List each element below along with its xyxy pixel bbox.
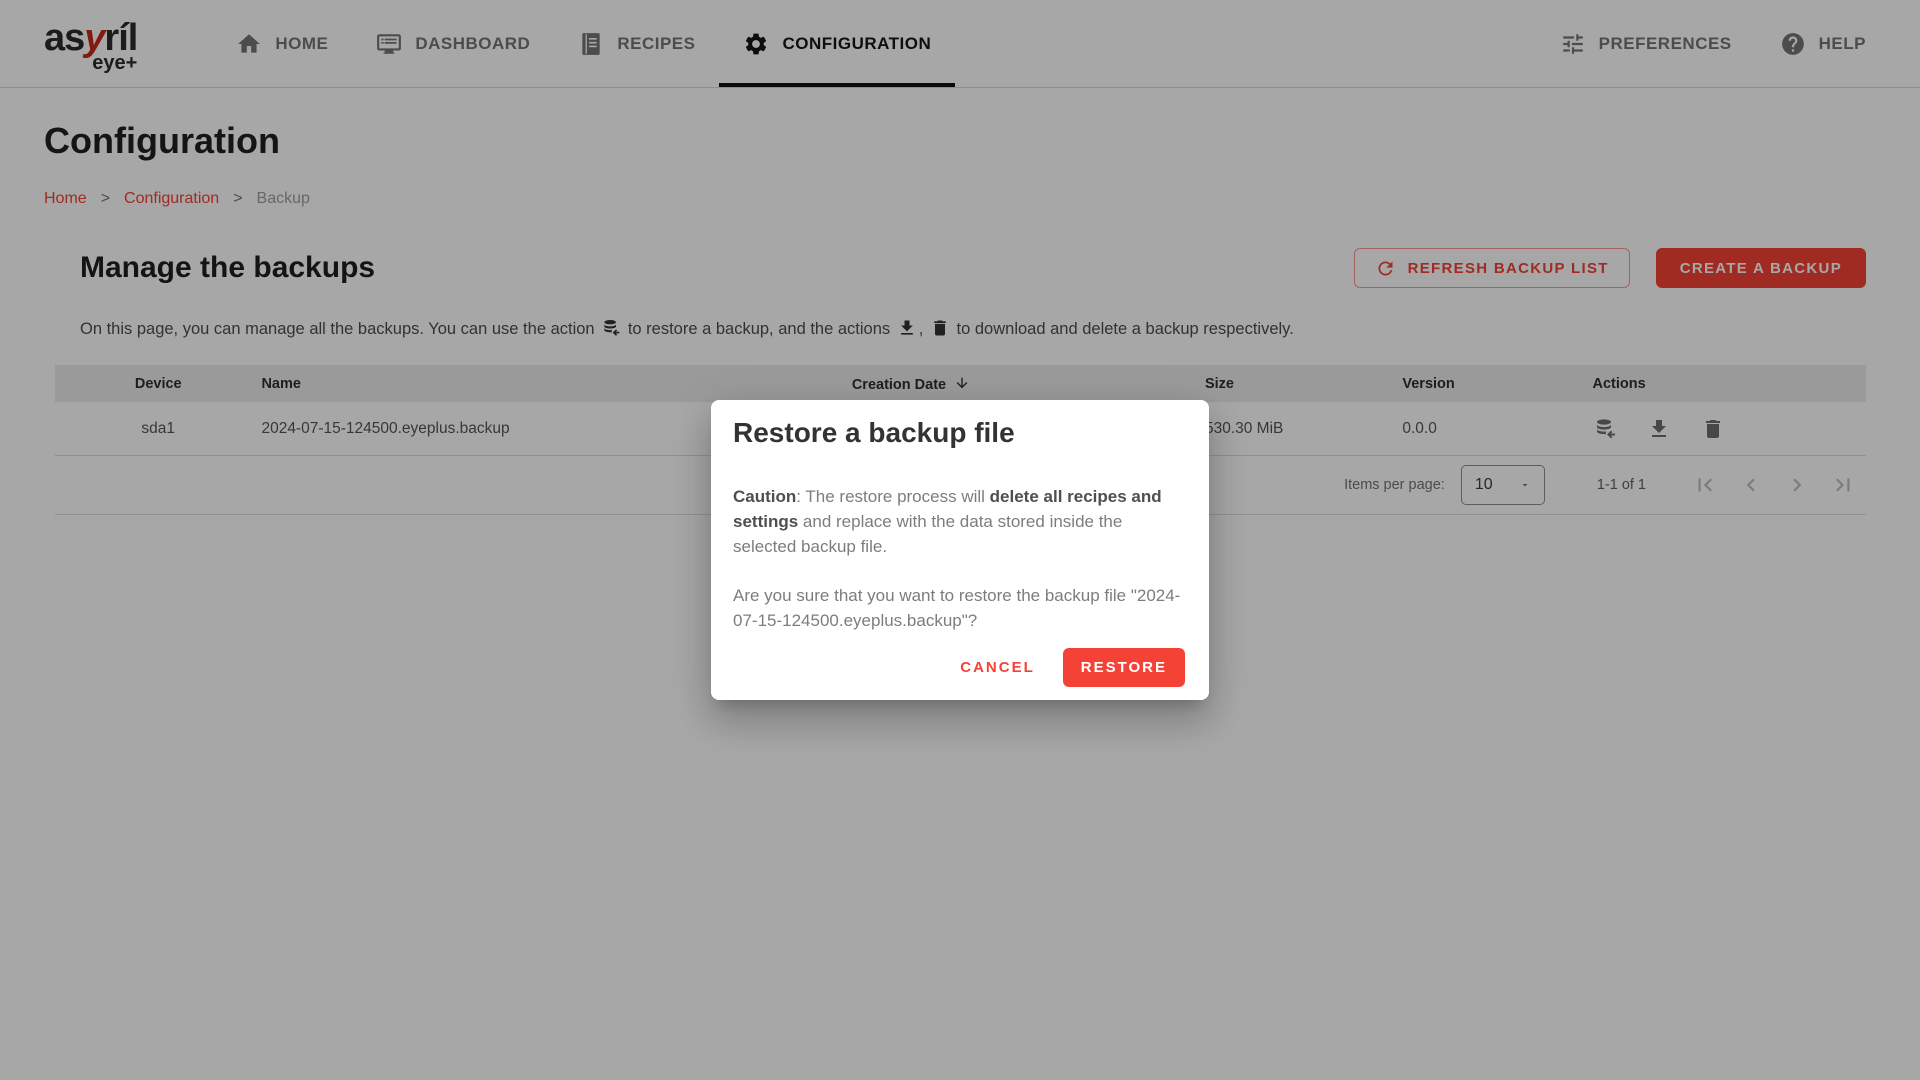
dialog-title: Restore a backup file bbox=[733, 417, 1185, 449]
restore-button[interactable]: RESTORE bbox=[1063, 648, 1185, 687]
cancel-button[interactable]: CANCEL bbox=[960, 659, 1035, 676]
dialog-caution-paragraph: Caution: The restore process will delete… bbox=[733, 484, 1185, 559]
dialog-confirm-paragraph: Are you sure that you want to restore th… bbox=[733, 583, 1185, 633]
restore-backup-dialog: Restore a backup file Caution: The resto… bbox=[711, 400, 1209, 700]
dialog-actions: CANCEL RESTORE bbox=[733, 648, 1185, 687]
dialog-body: Caution: The restore process will delete… bbox=[733, 484, 1185, 633]
